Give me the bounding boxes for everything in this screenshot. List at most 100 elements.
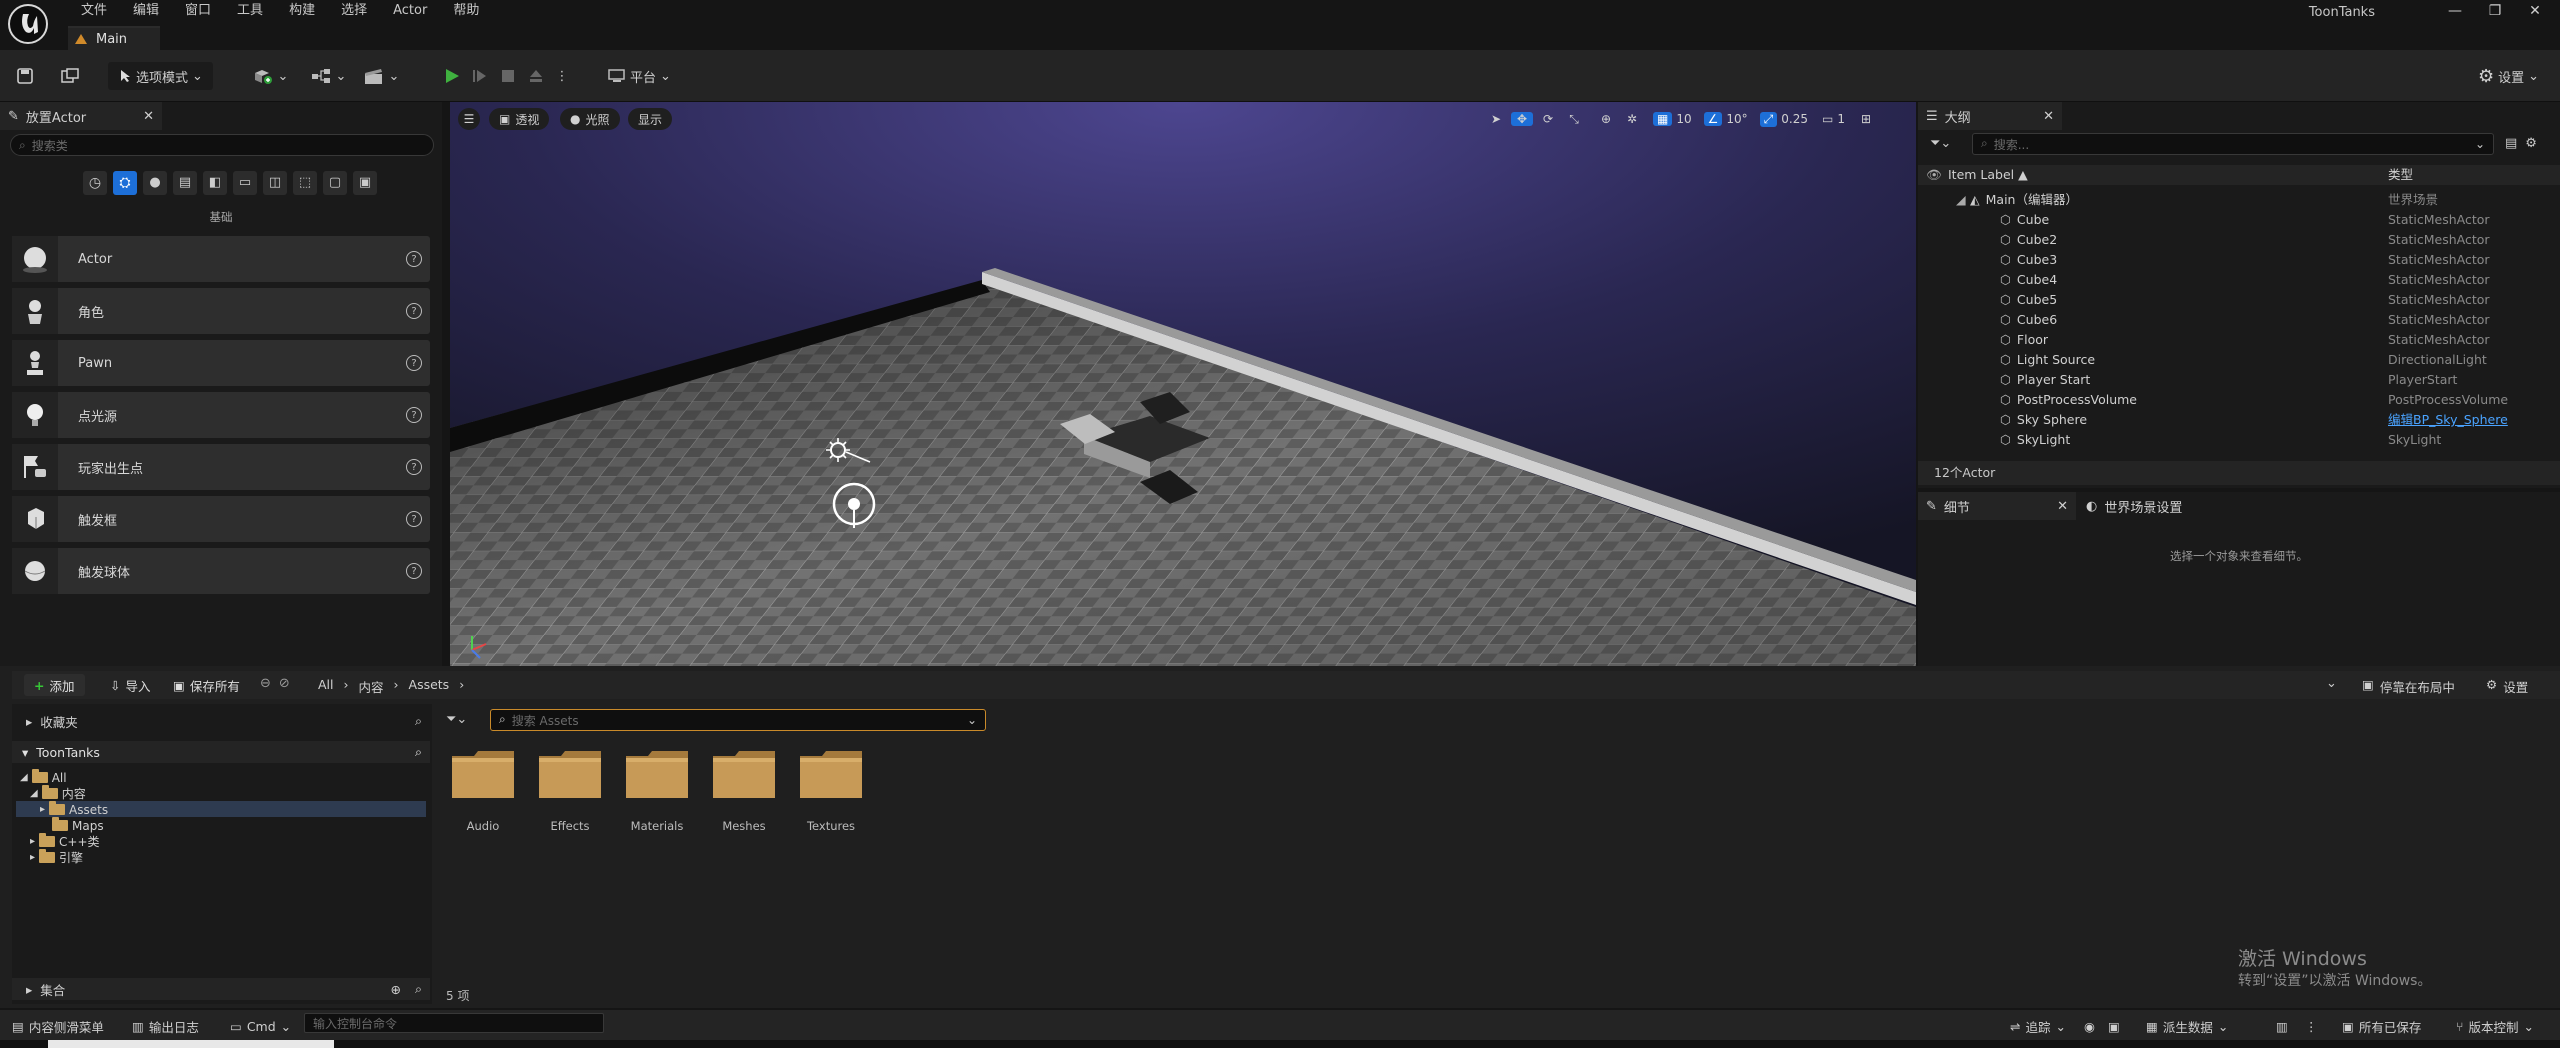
- close-window-icon[interactable]: ✕: [2515, 0, 2555, 22]
- geometry-icon[interactable]: ▭: [233, 171, 257, 195]
- trace-dropdown[interactable]: ⇌ 追踪 ⌄: [2010, 1017, 2066, 1035]
- visual-effects-icon[interactable]: ◧: [203, 171, 227, 195]
- source-control-button[interactable]: ⑂ 版本控制 ⌄: [2456, 1017, 2534, 1035]
- menu-window[interactable]: 窗口: [172, 0, 224, 22]
- actor-item-actor[interactable]: Actor ?: [12, 236, 430, 282]
- visibility-icon[interactable]: 👁: [1926, 165, 1942, 185]
- restore-icon[interactable]: ❐: [2475, 0, 2515, 22]
- breadcrumb-assets[interactable]: Assets: [409, 677, 450, 696]
- outliner-row[interactable]: ⬡ Cube4 StaticMeshActor: [1918, 270, 2560, 290]
- rotation-snap-icon[interactable]: ∠: [1703, 112, 1723, 126]
- tree-assets[interactable]: ▸ Assets: [40, 801, 108, 817]
- actor-item-trigger-sphere[interactable]: 触发球体 ?: [12, 548, 430, 594]
- save-all-button[interactable]: ▣ 保存所有: [173, 674, 240, 696]
- help-icon[interactable]: ?: [406, 459, 422, 475]
- outliner-settings-icon[interactable]: ⚙: [2525, 136, 2537, 151]
- help-icon[interactable]: ?: [406, 355, 422, 371]
- eject-button[interactable]: [525, 62, 547, 90]
- basic-category-icon[interactable]: ⛭: [113, 171, 137, 195]
- help-icon[interactable]: ?: [406, 407, 422, 423]
- outliner-row[interactable]: ⬡ Floor StaticMeshActor: [1918, 330, 2560, 350]
- scale-snap-icon[interactable]: ⤢: [1759, 111, 1778, 127]
- cinematics-button[interactable]: ⌄: [360, 62, 402, 90]
- show-button[interactable]: 显示: [628, 108, 673, 130]
- close-tab-icon[interactable]: ✕: [143, 109, 154, 124]
- settings-button[interactable]: ⚙ 设置 ⌄: [2474, 62, 2543, 90]
- browse-level-icon[interactable]: [58, 62, 82, 90]
- outliner-row[interactable]: ⬡ Cube StaticMeshActor: [1918, 210, 2560, 230]
- menu-actor[interactable]: Actor: [380, 0, 440, 22]
- rotate-tool-icon[interactable]: ⟳: [1537, 112, 1559, 126]
- outliner-row[interactable]: ⬡ Cube2 StaticMeshActor: [1918, 230, 2560, 250]
- blueprint-button[interactable]: ⌄: [307, 62, 349, 90]
- folder-icon[interactable]: [537, 748, 603, 800]
- grid-snap-icon[interactable]: ▦: [1653, 112, 1673, 126]
- outliner-row[interactable]: ⬡ Light Source DirectionalLight: [1918, 350, 2560, 370]
- derived-data-button[interactable]: ▦ 派生数据 ⌄: [2146, 1017, 2228, 1035]
- menu-file[interactable]: 文件: [68, 0, 120, 22]
- rotation-snap-value[interactable]: 10°: [1726, 112, 1747, 126]
- outliner-row[interactable]: ⬡ Cube5 StaticMeshActor: [1918, 290, 2560, 310]
- menu-tools[interactable]: 工具: [224, 0, 276, 22]
- search-icon[interactable]: ⌕: [415, 744, 422, 760]
- folder-icon[interactable]: [450, 748, 516, 800]
- help-icon[interactable]: ?: [406, 303, 422, 319]
- asset-search-input[interactable]: ⌕ 搜索 Assets ⌄: [490, 709, 986, 731]
- camera-speed-value[interactable]: 1: [1837, 112, 1845, 126]
- stop-button[interactable]: [497, 62, 519, 90]
- recent-icon[interactable]: ◷: [83, 171, 107, 195]
- outliner-row[interactable]: ⬡ Sky Sphere 编辑BP_Sky_Sphere: [1918, 410, 2560, 430]
- save-icon[interactable]: [14, 62, 36, 90]
- all-classes-icon[interactable]: ▢: [323, 171, 347, 195]
- menu-edit[interactable]: 编辑: [120, 0, 172, 22]
- viewport-layout-icon[interactable]: ⊞: [1861, 112, 1871, 126]
- play-options-icon[interactable]: ⋮: [556, 62, 569, 90]
- tree-cpp-classes[interactable]: ▸ C++类: [30, 833, 100, 849]
- cmd-dropdown[interactable]: ▭ Cmd ⌄: [230, 1017, 291, 1035]
- back-icon[interactable]: ⊖: [260, 676, 271, 691]
- actor-item-pawn[interactable]: Pawn ?: [12, 340, 430, 386]
- help-icon[interactable]: ?: [406, 563, 422, 579]
- scale-tool-icon[interactable]: ⤡: [1563, 112, 1585, 127]
- move-tool-icon[interactable]: ✥: [1511, 112, 1533, 126]
- screenshot-icon[interactable]: ▣: [2108, 1017, 2120, 1035]
- outliner-root-row[interactable]: ◢ ◭ Main（编辑器） 世界场景: [1918, 190, 2560, 210]
- menu-help[interactable]: 帮助: [440, 0, 492, 22]
- item-label-column[interactable]: Item Label ▲: [1948, 165, 2028, 185]
- expand-arrow-icon[interactable]: ◢: [1956, 190, 1966, 210]
- tree-engine[interactable]: ▸ 引擎: [30, 849, 83, 865]
- world-settings-tab[interactable]: ◐ 世界场景设置: [2078, 492, 2238, 520]
- viewport-menu-icon[interactable]: ☰: [458, 108, 480, 130]
- actor-item-point-light[interactable]: 点光源 ?: [12, 392, 430, 438]
- close-tab-icon[interactable]: ✕: [2043, 109, 2054, 124]
- breadcrumb-content[interactable]: 内容: [359, 677, 384, 696]
- unreal-logo-icon[interactable]: [8, 4, 48, 44]
- close-tab-icon[interactable]: ✕: [2057, 499, 2068, 514]
- save-status-button[interactable]: ▣ 所有已保存: [2342, 1017, 2421, 1035]
- import-button[interactable]: ⇩ 导入: [110, 674, 151, 696]
- actor-item-player-start[interactable]: 玩家出生点 ?: [12, 444, 430, 490]
- outliner-search-input[interactable]: ⌕ 搜索... ⌄: [1972, 133, 2494, 155]
- content-drawer-button[interactable]: ▤ 内容侧滑菜单: [12, 1017, 104, 1035]
- grid-snap-value[interactable]: 10: [1676, 112, 1691, 126]
- perspective-button[interactable]: ▣ 透视: [489, 108, 550, 130]
- surface-snap-icon[interactable]: ✲: [1621, 112, 1643, 126]
- world-space-icon[interactable]: ⊕: [1595, 112, 1617, 126]
- status-options-icon[interactable]: ⋮: [2305, 1017, 2318, 1035]
- asset-filter-icon[interactable]: ⏷⌄: [446, 712, 467, 727]
- lighting-button[interactable]: ● 光照: [560, 108, 620, 130]
- folder-icon[interactable]: [624, 748, 690, 800]
- console-input[interactable]: 输入控制台命令: [304, 1013, 604, 1033]
- outliner-row[interactable]: ⬡ Cube6 StaticMeshActor: [1918, 310, 2560, 330]
- play-button[interactable]: [440, 62, 464, 90]
- shapes-icon[interactable]: ⬚: [293, 171, 317, 195]
- lights-icon[interactable]: ●: [143, 171, 167, 195]
- project-header[interactable]: ▾ ToonTanks ⌕: [12, 741, 430, 763]
- level-tab[interactable]: Main: [68, 26, 160, 50]
- cinematic-icon[interactable]: ▤: [173, 171, 197, 195]
- place-actors-tab[interactable]: ✎ 放置Actor ✕: [0, 102, 162, 130]
- output-log-button[interactable]: ▥ 输出日志: [132, 1017, 199, 1035]
- menu-build[interactable]: 构建: [276, 0, 328, 22]
- tree-all[interactable]: ◢ All: [20, 769, 67, 785]
- revision-control-icon[interactable]: ▥: [2276, 1017, 2288, 1035]
